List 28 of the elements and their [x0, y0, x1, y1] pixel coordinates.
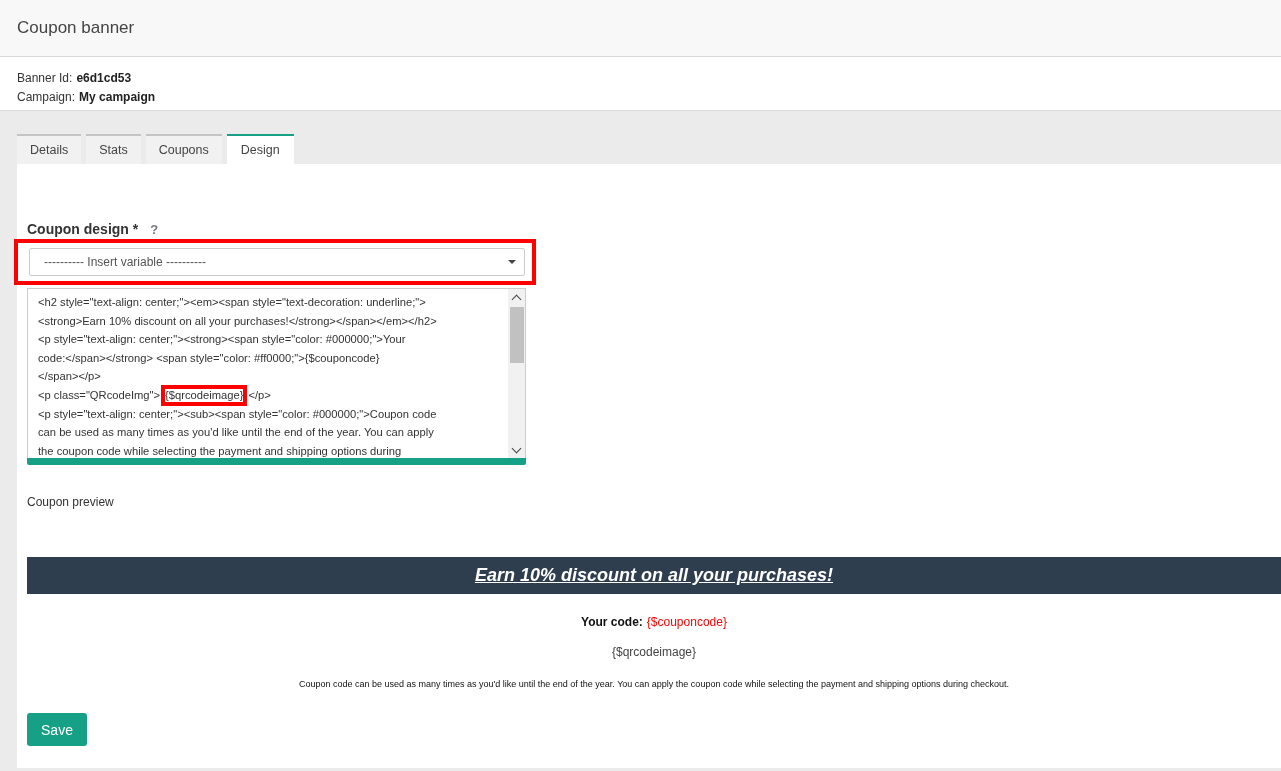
- code-text: <p class="QRcodeImg">: [38, 388, 161, 401]
- qr-placeholder-text: {$qrcodeimage}: [611, 645, 697, 659]
- code-label: Your code:: [581, 615, 643, 629]
- code-text: the coupon code while selecting the payment and shipping options during: [38, 444, 402, 457]
- code-text: <p style="text-align: center;"><strong><span style="color: #000000;">Your: [38, 333, 406, 346]
- code-text: <h2 style="text-align: center;"><em><span style="text-decoration: underline;">: [38, 296, 426, 308]
- variable-select[interactable]: ---------- Insert variable ----------: [29, 248, 525, 276]
- page-title: Coupon banner: [17, 18, 135, 38]
- info-label: Banner Id:: [17, 71, 73, 85]
- code-text: can be used as many times as you'd like until the end of the year. You can apply: [38, 426, 434, 439]
- field-label: Coupon design *: [27, 221, 139, 237]
- code-text: </span></p>: [38, 370, 101, 383]
- preview-heading: Earn 10% discount on all your purchases!: [474, 565, 834, 586]
- info-value: My campaign: [79, 90, 156, 104]
- preview-label: Coupon preview: [27, 495, 115, 511]
- code-text: <strong>Earn 10% discount on all your purchases!</strong></span></em></h2>: [38, 314, 437, 327]
- tab[interactable]: Stats: [86, 134, 141, 164]
- tab[interactable]: Coupons: [145, 134, 222, 164]
- tab[interactable]: Details: [17, 134, 82, 164]
- code-value: {$couponcode}: [646, 615, 727, 629]
- info-label: Campaign:: [17, 90, 76, 104]
- code-text: code:</span></strong> <span style="color: #ff0000;">{$couponcode}: [38, 351, 380, 364]
- code-text: <p style="text-align: center;"><sub><span style="color: #000000;">Coupon code: [38, 407, 437, 420]
- tab[interactable]: Design: [226, 134, 294, 164]
- code-text: </p>: [248, 388, 271, 401]
- preview-note: Coupon code can be used as many times as you'd like until the end of the year. You can apply the coupon code while selecting the payment and shipping options during checkout.: [298, 679, 1010, 689]
- info-value: e6d1cd53: [76, 71, 132, 85]
- help-icon[interactable]: ?: [148, 221, 161, 237]
